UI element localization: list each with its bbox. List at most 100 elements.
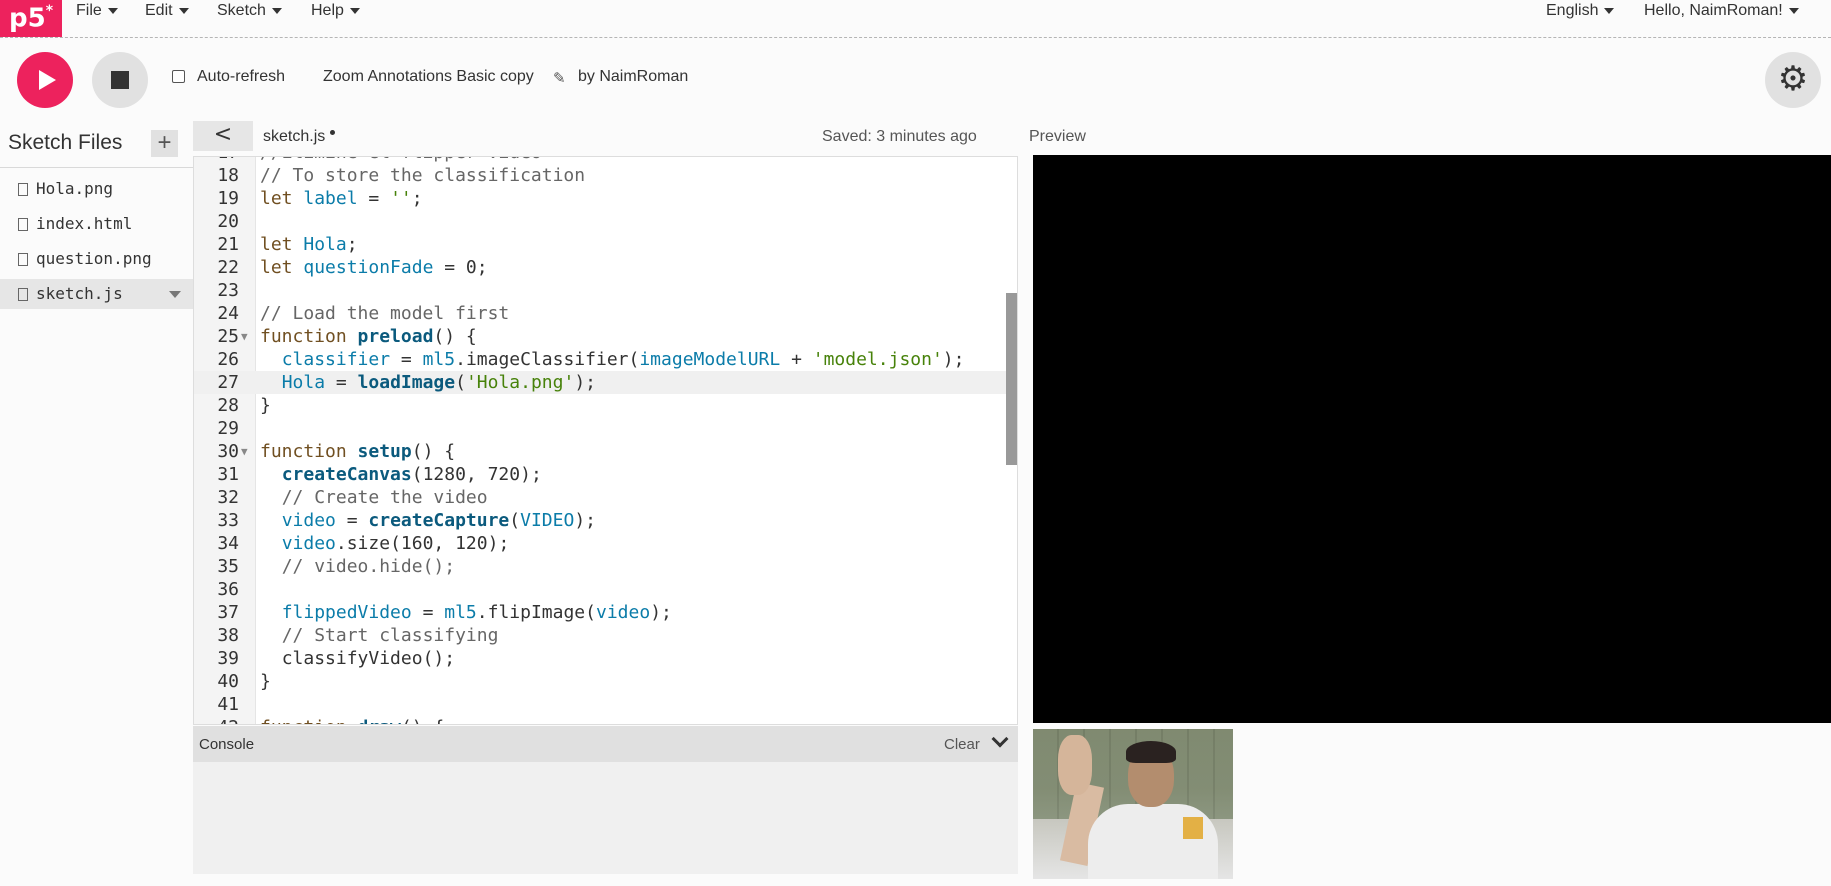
code-line[interactable]: 33 video = createCapture(VIDEO); — [194, 509, 1017, 532]
code-text[interactable]: // To store the classification — [260, 164, 585, 187]
code-text[interactable]: function preload() { — [260, 325, 477, 348]
code-line[interactable]: 37 flippedVideo = ml5.flipImage(video); — [194, 601, 1017, 624]
editor-tab[interactable]: sketch.js — [263, 128, 325, 146]
webcam-person — [1088, 804, 1218, 879]
file-item-index-html[interactable]: index.html — [0, 209, 193, 239]
code-line[interactable]: 31 createCanvas(1280, 720); — [194, 463, 1017, 486]
console-title: Console — [199, 736, 255, 753]
console-output[interactable] — [193, 762, 1018, 874]
sidebar: Sketch Files + Hola.png index.html quest… — [0, 120, 193, 886]
code-line[interactable]: 28} — [194, 394, 1017, 417]
fold-arrow-icon[interactable]: ▼ — [241, 716, 248, 724]
menu-sketch[interactable]: Sketch — [217, 0, 282, 22]
file-label: index.html — [36, 214, 133, 233]
code-line[interactable]: 26 classifier = ml5.imageClassifier(imag… — [194, 348, 1017, 371]
code-line[interactable]: 42▼ function draw() { — [194, 716, 1017, 724]
line-number: 21 — [217, 234, 239, 255]
editor-scrollbar[interactable] — [1006, 293, 1017, 465]
code-line[interactable]: 39 classifyVideo(); — [194, 647, 1017, 670]
code-text[interactable]: classifier = ml5.imageClassifier(imageMo… — [260, 348, 965, 371]
code-line[interactable]: 19 let label = ''; — [194, 187, 1017, 210]
code-line[interactable]: 18 // To store the classification — [194, 164, 1017, 187]
chevron-down-icon — [107, 8, 118, 14]
code-line[interactable]: 30 ▼ function setup() { — [194, 440, 1017, 463]
code-line[interactable]: 22 let questionFade = 0; — [194, 256, 1017, 279]
file-item-question-png[interactable]: question.png — [0, 244, 193, 274]
code-text[interactable]: createCanvas(1280, 720); — [260, 463, 542, 486]
code-text[interactable]: flippedVideo = ml5.flipImage(video); — [260, 601, 672, 624]
stop-button[interactable] — [92, 52, 148, 108]
file-icon — [18, 183, 28, 196]
code-text[interactable]: let Hola; — [260, 233, 358, 256]
code-line[interactable]: 20 — [194, 210, 1017, 233]
line-number: 28 — [217, 395, 239, 416]
code-line[interactable]: 38 // Start classifying — [194, 624, 1017, 647]
line-number: 38 — [217, 625, 239, 646]
code-text[interactable]: let label = ''; — [260, 187, 423, 210]
line-number: 31 — [217, 464, 239, 485]
code-text[interactable]: } — [260, 670, 271, 693]
pencil-icon[interactable]: ✎ — [553, 69, 566, 87]
file-item-hola-png[interactable]: Hola.png — [0, 174, 193, 204]
line-number: 42 — [194, 716, 239, 724]
chevron-down-icon[interactable] — [169, 291, 181, 298]
line-number: 41 — [217, 694, 239, 715]
webcam-hand — [1058, 735, 1092, 795]
code-line[interactable]: 35 // video.hide(); — [194, 555, 1017, 578]
collapse-sidebar-button[interactable]: < — [193, 121, 253, 151]
code-line[interactable]: 36 — [194, 578, 1017, 601]
line-number: 34 — [217, 533, 239, 554]
code-lines[interactable]: 17 //Elimine el flipper video 18 // To stor… — [194, 157, 1017, 724]
code-text[interactable]: let questionFade = 0; — [260, 256, 488, 279]
code-line[interactable]: 25 ▼ function preload() { — [194, 325, 1017, 348]
code-line[interactable]: 40} — [194, 670, 1017, 693]
code-text[interactable]: function draw() { — [260, 716, 444, 724]
code-editor[interactable]: 17 //Elimine el flipper video 18 // To stor… — [193, 156, 1018, 725]
file-item-sketch-js[interactable]: sketch.js — [0, 279, 193, 309]
line-number: 20 — [217, 211, 239, 232]
menu-file[interactable]: File — [76, 0, 118, 22]
code-line[interactable]: 41 — [194, 693, 1017, 716]
fold-arrow-icon[interactable]: ▼ — [241, 325, 248, 348]
code-text[interactable]: classifyVideo(); — [260, 647, 455, 670]
code-text[interactable]: Hola = loadImage('Hola.png'); — [260, 371, 596, 394]
code-line[interactable]: 27 Hola = loadImage('Hola.png'); — [194, 371, 1017, 394]
preview-canvas[interactable] — [1033, 155, 1831, 723]
code-text[interactable]: // Create the video — [260, 486, 488, 509]
auto-refresh-checkbox[interactable] — [172, 70, 185, 83]
menu-edit-label: Edit — [145, 2, 173, 19]
code-line[interactable]: 21 let Hola; — [194, 233, 1017, 256]
code-line[interactable]: 23 — [194, 279, 1017, 302]
code-text[interactable]: // video.hide(); — [260, 555, 455, 578]
line-number: 24 — [217, 303, 239, 324]
webcam-hair — [1126, 741, 1176, 763]
menu-edit[interactable]: Edit — [145, 0, 189, 22]
code-text[interactable]: video = createCapture(VIDEO); — [260, 509, 596, 532]
code-text[interactable]: } — [260, 394, 271, 417]
code-text[interactable]: //Elimine el flipper video — [260, 157, 542, 164]
fold-arrow-icon[interactable]: ▼ — [241, 440, 248, 463]
add-file-button[interactable]: + — [151, 130, 178, 157]
sketch-name[interactable]: Zoom Annotations Basic copy — [323, 68, 534, 86]
chevron-down-icon — [271, 8, 282, 14]
user-menu[interactable]: Hello, NaimRoman! — [1644, 0, 1799, 22]
code-line[interactable]: 17 //Elimine el flipper video — [194, 157, 1017, 164]
code-text[interactable]: // Load the model first — [260, 302, 509, 325]
language-menu[interactable]: English — [1546, 0, 1615, 22]
menu-help[interactable]: Help — [311, 0, 360, 22]
file-icon — [18, 253, 28, 266]
code-text[interactable]: function setup() { — [260, 440, 455, 463]
code-line[interactable]: 24 // Load the model first — [194, 302, 1017, 325]
console-clear-button[interactable]: Clear — [944, 736, 980, 753]
code-text[interactable]: video.size(160, 120); — [260, 532, 510, 555]
code-text[interactable]: // Start classifying — [260, 624, 499, 647]
gear-icon[interactable]: ⚙ — [1765, 52, 1821, 108]
code-line[interactable]: 32 // Create the video — [194, 486, 1017, 509]
chevron-down-icon[interactable] — [991, 730, 1009, 748]
auto-refresh-label[interactable]: Auto-refresh — [197, 68, 285, 86]
play-button[interactable] — [17, 52, 73, 108]
toolbar: Auto-refresh Zoom Annotations Basic copy… — [0, 38, 1831, 118]
code-line[interactable]: 29 — [194, 417, 1017, 440]
code-line[interactable]: 34 video.size(160, 120); — [194, 532, 1017, 555]
p5-logo[interactable]: p5* — [0, 0, 62, 37]
